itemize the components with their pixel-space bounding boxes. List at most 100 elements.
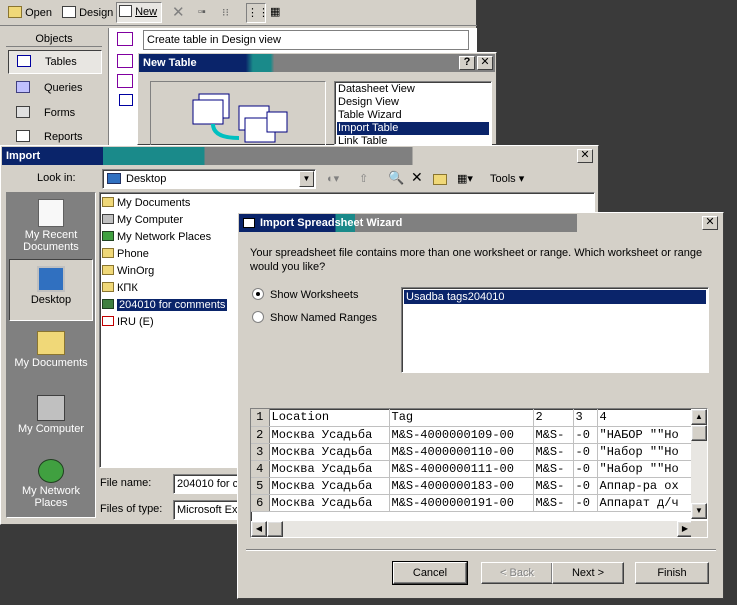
- data-preview: 1 Location Tag 2 3 4 2 Москва Усадьба M&S-400000…: [250, 408, 708, 538]
- file-name-input[interactable]: 204010 for c: [173, 474, 243, 494]
- file-name: 204010 for comments: [117, 299, 228, 311]
- radio-off-icon: [252, 311, 264, 323]
- new-folder-icon[interactable]: [433, 174, 447, 185]
- up-folder-icon[interactable]: ⇧: [359, 172, 368, 185]
- new-table-options-list[interactable]: Datasheet View Design View Table Wizard …: [334, 81, 492, 145]
- file-item[interactable]: IRU (E): [102, 314, 154, 330]
- row-number: 6: [251, 494, 270, 512]
- preview-cell: Москва Усадьба: [269, 477, 390, 495]
- objects-item-forms[interactable]: Forms: [16, 104, 75, 122]
- back-arrow-icon[interactable]: ◐▾: [327, 172, 339, 185]
- file-name: IRU (E): [117, 316, 154, 328]
- preview-vscroll[interactable]: ▲ ▼: [691, 409, 707, 519]
- views-icon[interactable]: ▦▾: [457, 172, 473, 185]
- file-item[interactable]: My Documents: [102, 195, 190, 211]
- file-name: My Computer: [117, 214, 184, 226]
- preview-cell: Location: [269, 409, 390, 427]
- scroll-up-icon[interactable]: ▲: [691, 409, 707, 425]
- delete-icon[interactable]: ✕: [172, 3, 185, 21]
- preview-body: 1 Location Tag 2 3 4 2 Москва Усадьба M&S-400000…: [251, 409, 692, 512]
- worksheet-item[interactable]: Usadba tags204010: [404, 290, 706, 304]
- file-item[interactable]: Phone: [102, 246, 149, 262]
- open-button[interactable]: Open: [8, 4, 52, 22]
- preview-cell: M&S-: [533, 443, 574, 461]
- preview-cell: 2: [533, 409, 574, 427]
- import-close-button[interactable]: ✕: [577, 149, 593, 163]
- worksheet-list[interactable]: Usadba tags204010: [401, 287, 709, 373]
- file-type-label: Files of type:: [100, 503, 163, 515]
- place-recent[interactable]: My Recent Documents: [7, 195, 95, 257]
- chevron-down-icon[interactable]: ▼: [299, 171, 314, 187]
- back-button[interactable]: < Back: [481, 562, 553, 584]
- preview-cell: -0: [573, 443, 598, 461]
- look-in-select[interactable]: Desktop ▼: [102, 169, 316, 189]
- details-view-icon[interactable]: ▦: [270, 5, 280, 18]
- show-worksheets-radio[interactable]: Show Worksheets: [252, 288, 358, 301]
- place-recent-label: My Recent Documents: [23, 229, 79, 253]
- file-name-value: 204010 for c: [177, 478, 239, 490]
- file-name: My Documents: [117, 197, 191, 209]
- preview-hscroll[interactable]: ◀ ▶: [251, 521, 693, 537]
- file-item[interactable]: My Computer: [102, 212, 183, 228]
- next-button[interactable]: Next >: [552, 562, 624, 584]
- preview-cell: "Набор ""Но: [597, 443, 692, 461]
- file-item-selected[interactable]: 204010 for comments: [102, 297, 228, 313]
- table-icon: [119, 94, 133, 106]
- file-item[interactable]: My Network Places: [102, 229, 211, 245]
- preview-table: 1 Location Tag 2 3 4 2 Москва Усадьба M&S-400000…: [251, 409, 692, 512]
- file-type-select[interactable]: Microsoft Exc: [173, 500, 243, 520]
- finish-button[interactable]: Finish: [635, 562, 709, 584]
- tools-menu[interactable]: Tools ▾: [490, 172, 524, 185]
- small-icons-icon[interactable]: ⁝⁝: [222, 6, 229, 19]
- preview-cell: "Набор ""Но: [597, 460, 692, 478]
- objects-item-queries[interactable]: Queries: [16, 79, 83, 97]
- design-icon: [62, 6, 76, 18]
- preview-cell: Москва Усадьба: [269, 460, 390, 478]
- preview-cell: -0: [573, 460, 598, 478]
- row-number: 1: [251, 409, 270, 427]
- place-my-network[interactable]: My Network Places: [7, 455, 95, 517]
- place-my-network-label: My Network Places: [21, 485, 81, 509]
- objects-header[interactable]: Objects: [6, 31, 102, 47]
- preview-cell: M&S-: [533, 426, 574, 444]
- new-icon: [119, 5, 132, 17]
- scroll-down-icon[interactable]: ▼: [691, 503, 707, 519]
- row-number: 4: [251, 460, 270, 478]
- file-item[interactable]: WinOrg: [102, 263, 154, 279]
- show-named-ranges-radio[interactable]: Show Named Ranges: [252, 311, 377, 324]
- delete-file-icon[interactable]: ✕: [411, 169, 423, 186]
- scroll-thumb-v[interactable]: [691, 425, 707, 441]
- create-design-icon: [117, 32, 133, 46]
- wizard-close-button[interactable]: ✕: [702, 216, 718, 230]
- preview-cell: M&S-4000000191-00: [389, 494, 534, 512]
- scroll-thumb-h[interactable]: [267, 521, 283, 537]
- open-icon: [8, 6, 22, 18]
- row-number: 3: [251, 443, 270, 461]
- option-table-wizard[interactable]: Table Wizard: [338, 109, 402, 122]
- preview-row: 1 Location Tag 2 3 4: [251, 409, 692, 427]
- folder-icon: [102, 265, 114, 275]
- scroll-left-icon[interactable]: ◀: [251, 521, 267, 537]
- close-button[interactable]: ✕: [477, 56, 493, 70]
- place-my-computer[interactable]: My Computer: [7, 389, 95, 451]
- cancel-button[interactable]: Cancel: [392, 561, 468, 585]
- new-button[interactable]: New: [116, 2, 162, 23]
- help-button[interactable]: ?: [459, 56, 475, 70]
- file-item[interactable]: КПК: [102, 280, 138, 296]
- design-button[interactable]: Design: [62, 4, 113, 22]
- place-my-documents[interactable]: My Documents: [7, 325, 95, 387]
- option-design-view[interactable]: Design View: [338, 96, 399, 109]
- option-datasheet-view[interactable]: Datasheet View: [338, 83, 415, 96]
- my-network-places-icon: [38, 459, 64, 483]
- search-web-icon[interactable]: 🔍: [388, 170, 404, 186]
- option-link-table[interactable]: Link Table: [338, 135, 387, 144]
- list-view-icon[interactable]: ⋮⋮: [246, 3, 269, 23]
- option-import-table[interactable]: Import Table: [337, 122, 489, 135]
- large-icons-icon[interactable]: ▫▪: [198, 6, 206, 18]
- objects-item-tables[interactable]: Tables: [8, 50, 102, 74]
- my-computer-icon: [37, 395, 65, 421]
- objects-item-reports[interactable]: Reports: [16, 129, 83, 145]
- create-table-design-item[interactable]: Create table in Design view: [143, 30, 469, 50]
- recent-documents-icon: [38, 199, 64, 227]
- place-desktop[interactable]: Desktop: [9, 259, 93, 321]
